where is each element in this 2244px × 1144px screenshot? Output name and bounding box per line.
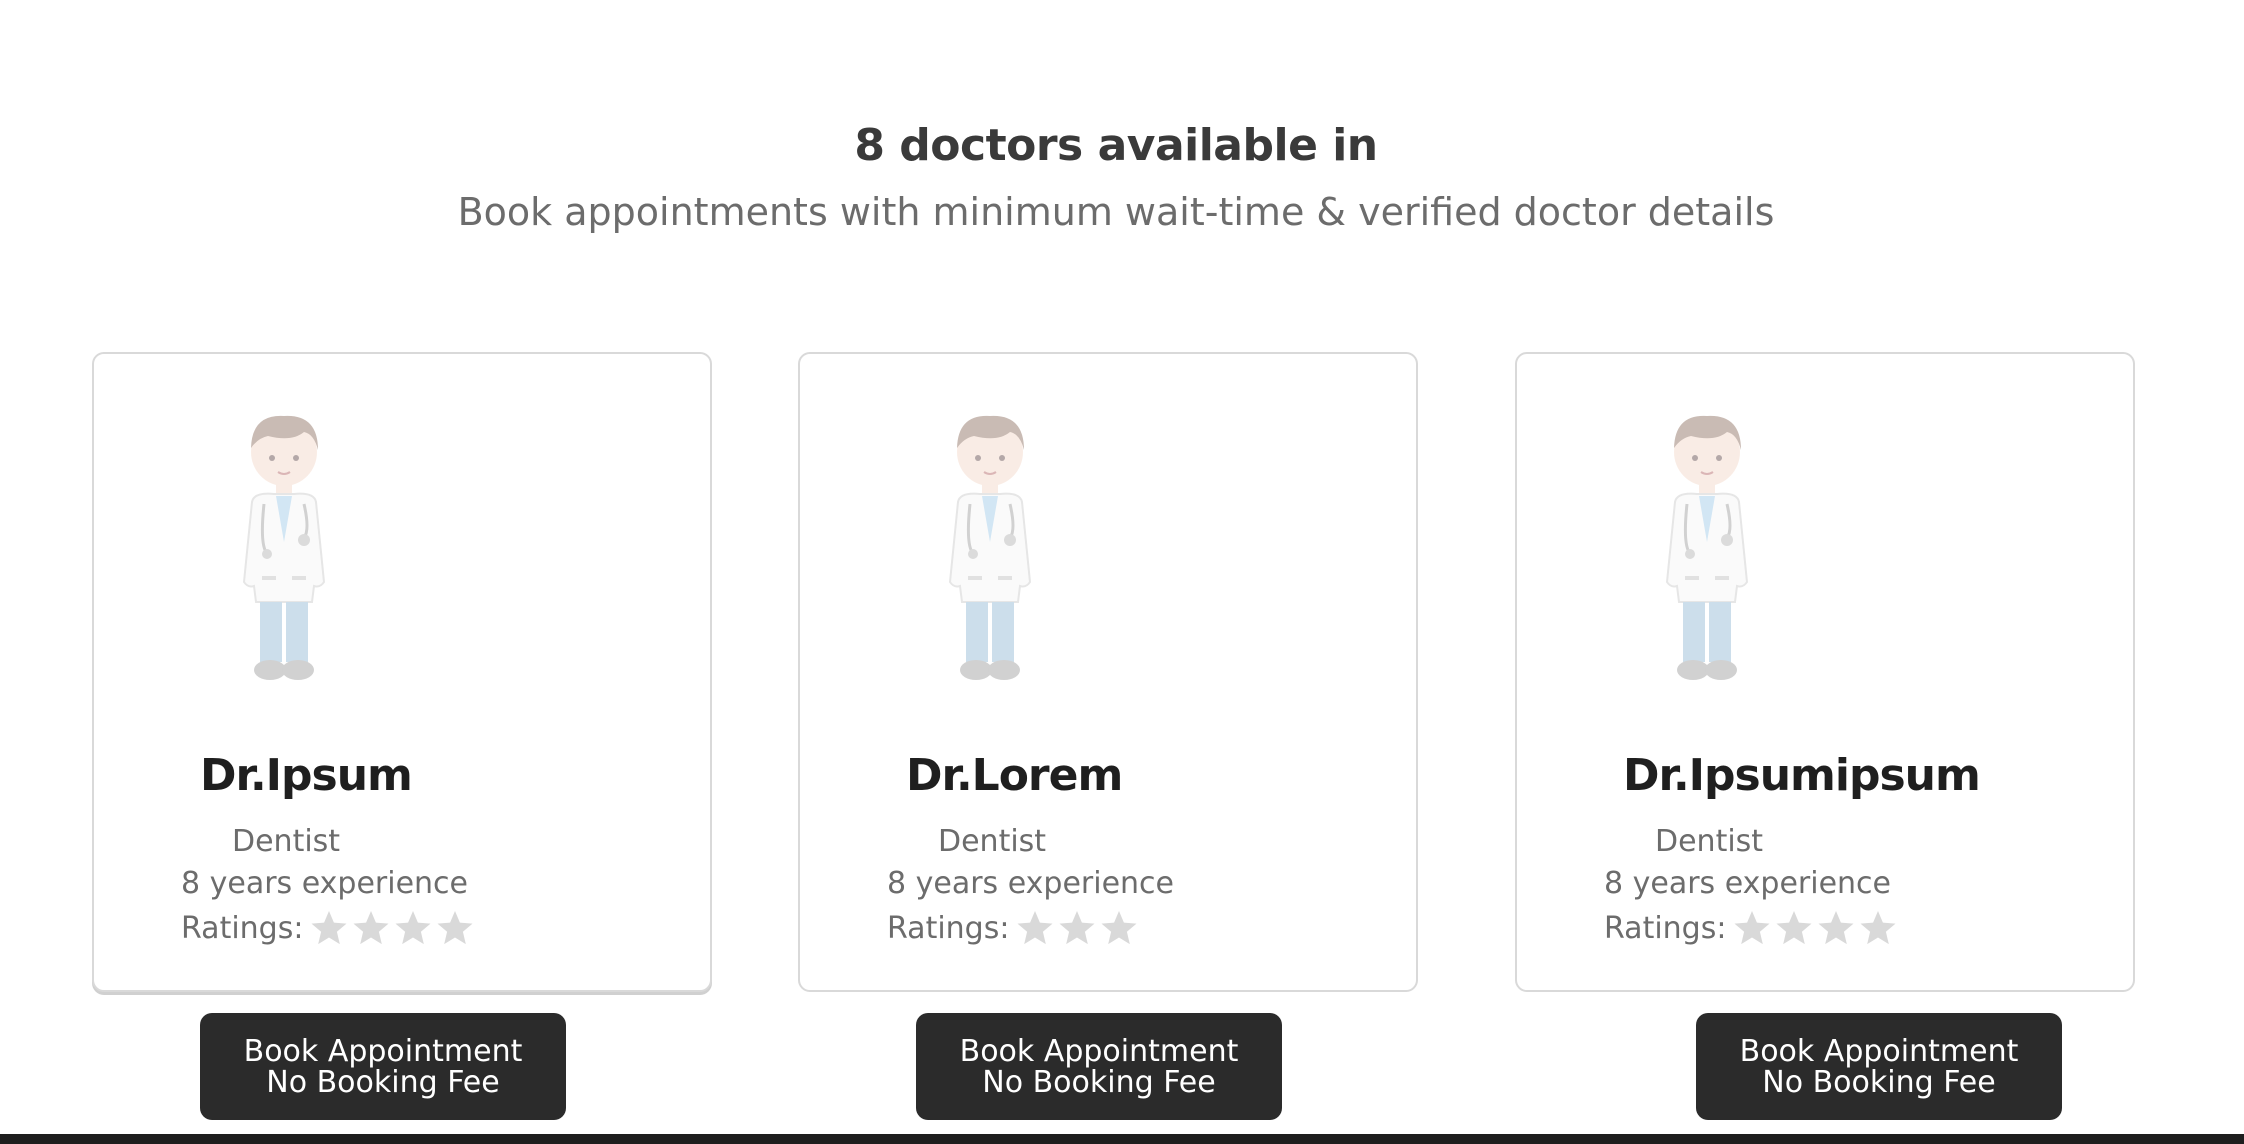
rating-stars [309,908,477,948]
doctor-card: Dr.Lorem Dentist 8 years experience Rati… [798,352,1418,992]
ratings-label: Ratings: [1604,910,1727,946]
star-icon [1858,908,1898,948]
doctor-experience: 8 years experience [181,866,468,901]
doctor-experience: 8 years experience [887,866,1174,901]
button-sublabel: No Booking Fee [1762,1064,1996,1100]
rating-stars [1015,908,1141,948]
book-appointment-button[interactable]: Book Appointment No Booking Fee [200,1013,566,1120]
doctor-rating: Ratings: [887,908,1141,948]
page-title: 8 doctors available in [854,120,1378,171]
star-icon [1732,908,1772,948]
doctor-listing-page: 8 doctors available in Book appointments… [0,0,2244,1144]
doctor-specialty: Dentist [1655,824,1764,859]
star-icon [351,908,391,948]
star-icon [393,908,433,948]
doctor-rating: Ratings: [1604,908,1900,948]
doctor-illustration-icon [1657,412,1757,684]
ratings-label: Ratings: [181,910,304,946]
star-icon [1057,908,1097,948]
doctor-illustration-icon [940,412,1040,684]
button-label: Book Appointment [959,1033,1239,1069]
doctor-illustration-icon [234,412,334,684]
bottom-bar [0,1134,2244,1144]
doctor-card: Dr.Ipsum Dentist 8 years experience Rati… [92,352,712,992]
star-icon [1099,908,1139,948]
doctor-specialty: Dentist [232,824,341,859]
button-sublabel: No Booking Fee [266,1064,500,1100]
book-appointment-button[interactable]: Book Appointment No Booking Fee [1696,1013,2062,1120]
button-sublabel: No Booking Fee [982,1064,1216,1100]
ratings-label: Ratings: [887,910,1010,946]
page-subtitle: Book appointments with minimum wait-time… [457,190,1775,234]
star-icon [1015,908,1055,948]
doctor-name: Dr.Lorem [906,750,1123,801]
star-icon [1774,908,1814,948]
button-label: Book Appointment [243,1033,523,1069]
button-label: Book Appointment [1739,1033,2019,1069]
rating-stars [1732,908,1900,948]
doctor-name: Dr.Ipsum [200,750,413,801]
doctor-card: Dr.Ipsumipsum Dentist 8 years experience… [1515,352,2135,992]
star-icon [309,908,349,948]
doctor-rating: Ratings: [181,908,477,948]
doctor-name: Dr.Ipsumipsum [1623,750,1981,801]
star-icon [1816,908,1856,948]
doctor-experience: 8 years experience [1604,866,1891,901]
star-icon [435,908,475,948]
doctor-specialty: Dentist [938,824,1047,859]
book-appointment-button[interactable]: Book Appointment No Booking Fee [916,1013,1282,1120]
